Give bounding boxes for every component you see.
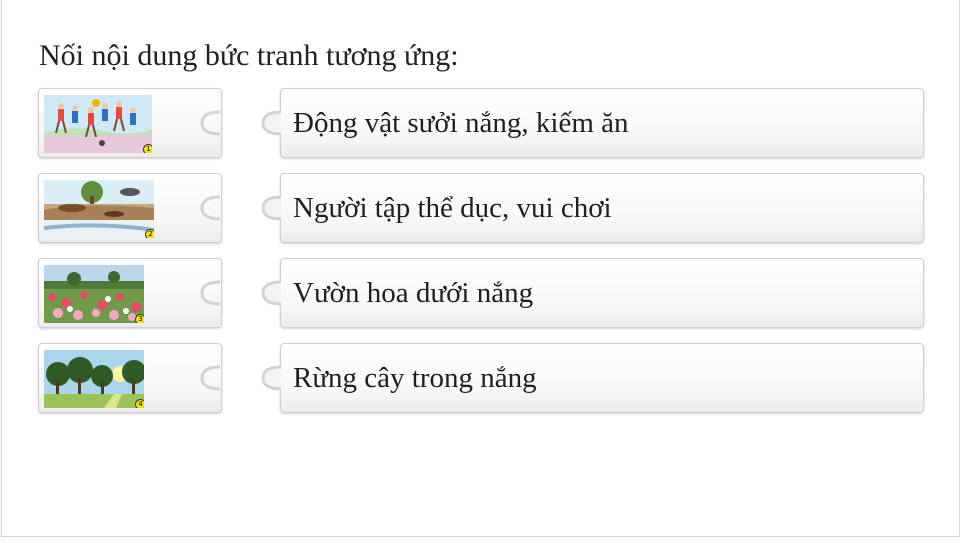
picture-number-badge: 4 bbox=[135, 399, 144, 408]
image-piece-1[interactable]: 1 bbox=[38, 88, 222, 158]
match-row-4: 4 Rừng cây trong nắng bbox=[0, 343, 964, 415]
answer-piece-4[interactable]: Rừng cây trong nắng bbox=[261, 343, 924, 413]
answer-piece-2[interactable]: Người tập thể dục, vui chơi bbox=[261, 173, 924, 243]
image-piece-4[interactable]: 4 bbox=[38, 343, 222, 413]
puzzle-connector-icon bbox=[261, 280, 283, 306]
match-row-1: 1 Động vật sưởi nắng, kiếm ăn bbox=[0, 88, 964, 160]
puzzle-connector-icon bbox=[200, 365, 222, 391]
puzzle-connector-icon bbox=[261, 195, 283, 221]
puzzle-connector-icon bbox=[200, 280, 222, 306]
puzzle-connector-icon bbox=[200, 195, 222, 221]
puzzle-connector-icon bbox=[261, 365, 283, 391]
match-row-2: 2 Người tập thể dục, vui chơi bbox=[0, 173, 964, 245]
answer-piece-1[interactable]: Động vật sưởi nắng, kiếm ăn bbox=[261, 88, 924, 158]
image-piece-2[interactable]: 2 bbox=[38, 173, 222, 243]
picture-number-badge: 3 bbox=[135, 314, 144, 323]
answer-text: Rừng cây trong nắng bbox=[293, 362, 537, 394]
children-playing-picture: 1 bbox=[44, 95, 152, 153]
answer-text: Động vật sưởi nắng, kiếm ăn bbox=[293, 107, 629, 139]
puzzle-connector-icon bbox=[261, 110, 283, 136]
answer-piece-3[interactable]: Vườn hoa dưới nắng bbox=[261, 258, 924, 328]
answer-text: Người tập thể dục, vui chơi bbox=[293, 192, 612, 224]
match-row-3: 3 Vườn hoa dưới nắng bbox=[0, 258, 964, 330]
puzzle-connector-icon bbox=[200, 110, 222, 136]
forest-sunlight-picture: 4 bbox=[44, 350, 144, 408]
animals-sunbathing-picture: 2 bbox=[44, 180, 154, 238]
answer-text: Vườn hoa dưới nắng bbox=[293, 277, 534, 309]
picture-number-badge: 1 bbox=[143, 144, 152, 153]
flower-garden-picture: 3 bbox=[44, 265, 144, 323]
question-title: Nối nội dung bức tranh tương ứng: bbox=[39, 39, 459, 72]
image-piece-3[interactable]: 3 bbox=[38, 258, 222, 328]
picture-number-badge: 2 bbox=[145, 229, 154, 238]
